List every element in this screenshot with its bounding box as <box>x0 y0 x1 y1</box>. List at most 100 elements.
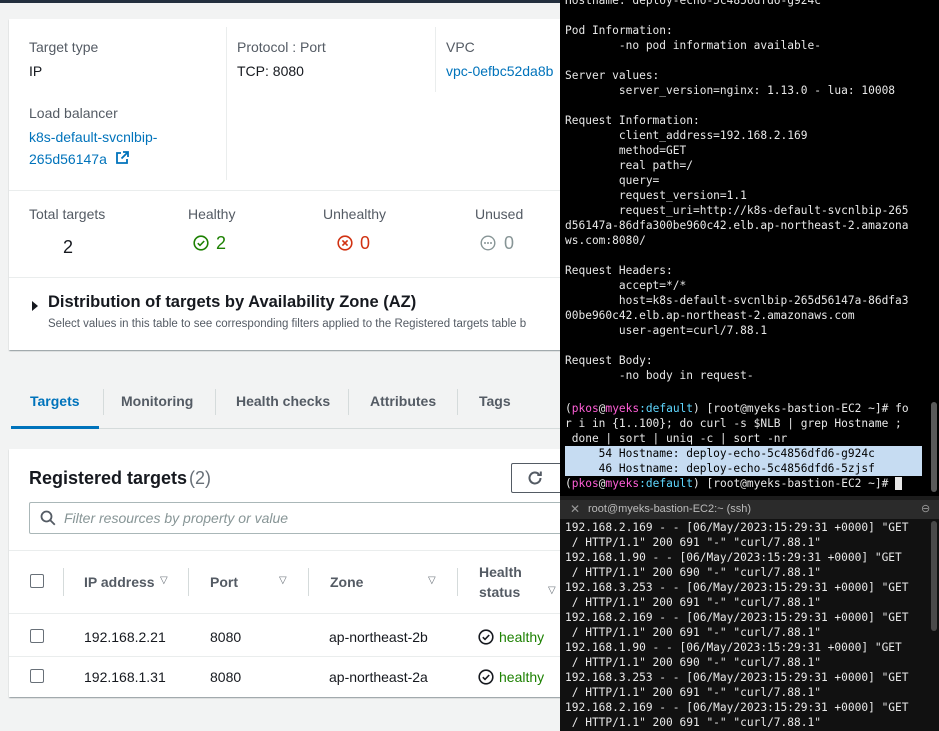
terminal-line: request_uri=http://k8s-default-svcnlbip-… <box>565 204 909 217</box>
protocol-port-value: TCP: 8080 <box>237 63 304 79</box>
row-port: 8080 <box>210 669 242 685</box>
terminal-line: query= <box>565 174 660 187</box>
terminal-line: client_address=192.168.2.169 <box>565 129 808 142</box>
log-line: 192.168.2.169 - - [06/May/2023:15:29:31 … <box>565 701 909 714</box>
sort-caret-down-icon[interactable]: ▽ <box>428 575 436 586</box>
vpc-label: VPC <box>446 39 475 55</box>
prompt-rest: ) [root@myeks-bastion-EC2 ~]# <box>693 402 896 415</box>
az-distribution-heading[interactable]: Distribution of targets by Availability … <box>48 293 416 312</box>
refresh-button[interactable] <box>511 463 560 493</box>
log-line: 192.168.3.253 - - [06/May/2023:15:29:31 … <box>565 581 909 594</box>
log-line: / HTTP/1.1" 200 691 "-" "curl/7.88.1" <box>565 686 821 699</box>
healthy-count[interactable]: 2 <box>216 233 226 254</box>
more-options-icon[interactable]: ⊖ <box>921 502 930 515</box>
tab-monitoring[interactable]: Monitoring <box>121 393 193 409</box>
terminal-line: -no body in request- <box>565 369 754 382</box>
vpc-link[interactable]: vpc-0efbc52da8b <box>446 63 553 79</box>
caret-right-icon[interactable] <box>31 298 39 316</box>
sort-caret-down-icon[interactable]: ▽ <box>548 585 556 596</box>
log-line: / HTTP/1.1" 200 691 "-" "curl/7.88.1" <box>565 596 821 609</box>
terminal-tab-title[interactable]: root@myeks-bastion-EC2:~ (ssh) <box>588 503 751 515</box>
result-line-1[interactable]: 54 Hostname: deploy-echo-5c4856dfd6-g924… <box>565 446 922 461</box>
column-header-zone[interactable]: Zone <box>330 574 363 590</box>
load-balancer-link[interactable]: k8s-default-svcnlbip- <box>29 129 157 145</box>
divider <box>9 277 560 278</box>
unused-dots-icon <box>480 235 496 256</box>
total-targets-value: 2 <box>63 237 74 257</box>
terminal-line: host=k8s-default-svcnlbip-265d56147a-86d… <box>565 294 909 307</box>
unhealthy-label: Unhealthy <box>323 206 387 222</box>
terminal-lower-pane[interactable]: 192.168.2.169 - - [06/May/2023:15:29:31 … <box>560 519 939 731</box>
terminal-line: method=GET <box>565 144 687 157</box>
terminal-scrollbar[interactable] <box>931 402 937 492</box>
log-line: / HTTP/1.1" 200 691 "-" "curl/7.88.1" <box>565 626 821 639</box>
terminal-upper-pane[interactable]: Hostname: deploy-echo-5c4856dfd6-g924c P… <box>560 0 939 496</box>
row-health-status: healthy <box>499 629 545 645</box>
row-port: 8080 <box>210 629 242 645</box>
log-line: / HTTP/1.1" 200 691 "-" "curl/7.88.1" <box>565 536 821 549</box>
terminal-line: server_version=nginx: 1.13.0 - lua: 1000… <box>565 84 896 97</box>
row-zone: ap-northeast-2a <box>329 669 428 685</box>
pane-divider[interactable] <box>560 496 939 500</box>
az-distribution-description: Select values in this table to see corre… <box>48 318 527 330</box>
column-header-health-status-line2[interactable]: status <box>479 584 520 600</box>
unhealthy-count[interactable]: 0 <box>360 233 370 254</box>
unused-count[interactable]: 0 <box>504 233 514 254</box>
external-link-icon[interactable] <box>115 151 129 170</box>
filter-search-field[interactable]: Filter resources by property or value <box>29 502 560 534</box>
terminal-scrollbar[interactable] <box>931 521 937 631</box>
tab-health-checks[interactable]: Health checks <box>236 393 330 409</box>
row-checkbox[interactable] <box>30 669 44 683</box>
load-balancer-label: Load balancer <box>29 105 118 121</box>
command-part-1: fo <box>895 402 909 415</box>
tab-separator <box>215 389 216 415</box>
result-line-2[interactable]: 46 Hostname: deploy-echo-5c4856dfd6-5zjs… <box>565 461 922 476</box>
terminal-tab-bar: ✕ root@myeks-bastion-EC2:~ (ssh) ⊖ <box>560 500 939 519</box>
terminal-line: Request Headers: <box>565 264 673 277</box>
sort-caret-down-icon[interactable]: ▽ <box>160 575 168 586</box>
command-line-3: done | sort | uniq -c | sort -nr <box>565 432 788 445</box>
select-all-checkbox[interactable] <box>30 574 44 588</box>
row-checkbox[interactable] <box>30 629 44 643</box>
prompt-user: pkos <box>571 402 599 415</box>
tab-tags[interactable]: Tags <box>479 393 511 409</box>
column-divider <box>457 568 458 596</box>
filter-search-placeholder: Filter resources by property or value <box>64 510 289 526</box>
log-line: 192.168.2.169 - - [06/May/2023:15:29:31 … <box>565 611 909 624</box>
tab-targets[interactable]: Targets <box>30 393 80 409</box>
sort-caret-down-icon[interactable]: ▽ <box>279 575 287 586</box>
target-type-value: IP <box>29 63 43 79</box>
terminal-line: Server values: <box>565 69 660 82</box>
registered-targets-count: (2) <box>189 468 211 488</box>
healthy-check-icon <box>193 235 209 256</box>
tab-attributes[interactable]: Attributes <box>370 393 436 409</box>
load-balancer-link-line2[interactable]: 265d56147a <box>29 151 107 167</box>
tab-separator <box>457 389 458 415</box>
terminal-output: Hostname: deploy-echo-5c4856dfd6-g924c P… <box>565 0 909 398</box>
total-targets-label: Total targets <box>29 206 106 222</box>
terminal-line: user-agent=curl/7.88.1 <box>565 324 768 337</box>
divider <box>9 656 560 657</box>
healthy-label: Healthy <box>188 206 236 222</box>
target-type-label: Target type <box>29 39 99 55</box>
protocol-port-label: Protocol : Port <box>237 39 326 55</box>
unhealthy-x-icon <box>337 235 353 256</box>
terminal-line: Hostname: deploy-echo-5c4856dfd6-g924c <box>565 0 821 7</box>
row-health-status: healthy <box>499 669 545 685</box>
terminal-cursor <box>895 477 902 490</box>
row-ip: 192.168.1.31 <box>84 669 166 685</box>
row-zone: ap-northeast-2b <box>329 629 428 645</box>
divider <box>9 190 560 191</box>
column-header-health-status[interactable]: Health <box>479 564 522 580</box>
divider <box>226 27 227 180</box>
column-header-port[interactable]: Port <box>210 574 238 590</box>
column-header-ip-address[interactable]: IP address <box>84 574 155 590</box>
log-line: 192.168.1.90 - - [06/May/2023:15:29:31 +… <box>565 551 902 564</box>
terminal-prompt-block: (pkos@myeks:default) [root@myeks-bastion… <box>565 401 939 491</box>
close-tab-icon[interactable]: ✕ <box>570 502 580 516</box>
prompt-host: myeks <box>605 402 640 415</box>
healthy-check-icon <box>478 669 494 690</box>
